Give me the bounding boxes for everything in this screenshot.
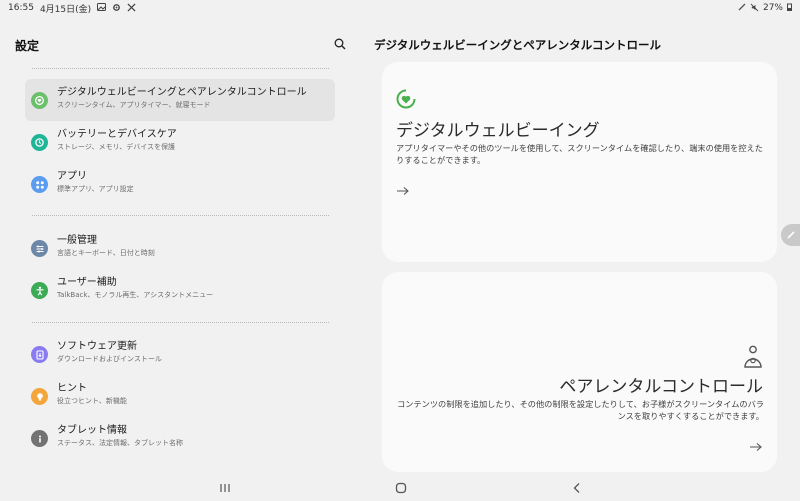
menu-item-label: バッテリーとデバイスケア: [57, 129, 177, 140]
menu-item-subtitle: 役立つヒント、新機能: [57, 397, 127, 405]
device-care-icon: [31, 134, 48, 151]
divider: [32, 322, 329, 323]
card-description: コンテンツの制限を追加したり、その他の制限を設定したりして、お子様がスクリーンタ…: [397, 399, 764, 421]
mute-icon: [750, 3, 759, 14]
gear-icon: [112, 3, 121, 14]
digital-wellbeing-icon: [31, 92, 48, 109]
back-icon: [573, 483, 580, 493]
divider: [32, 68, 329, 69]
pen-icon: [738, 3, 746, 13]
arrow-right-icon[interactable]: [749, 437, 763, 451]
gallery-icon: [97, 3, 107, 13]
menu-item-subtitle: スクリーンタイム、アプリタイマー、就寝モード: [57, 101, 211, 109]
recent-apps-icon: [220, 484, 230, 492]
menu-item-apps[interactable]: アプリ 標準アプリ、アプリ設定: [25, 163, 335, 205]
menu-item-general-management[interactable]: 一般管理 言語とキーボード、日付と時刻: [25, 227, 335, 269]
tools-icon: [127, 2, 136, 14]
navigation-bar: [0, 476, 800, 501]
menu-item-label: ユーザー補助: [57, 277, 117, 288]
tips-icon: [31, 388, 48, 405]
menu-item-battery-device-care[interactable]: バッテリーとデバイスケア ストレージ、メモリ、デバイスを保護: [25, 121, 335, 163]
card-title: デジタルウェルビーイング: [396, 121, 600, 141]
menu-item-subtitle: TalkBack、モノラル再生、アシスタントメニュー: [57, 291, 214, 299]
info-icon: [31, 430, 48, 447]
pen-icon: [787, 231, 795, 239]
menu-item-subtitle: 標準アプリ、アプリ設定: [57, 185, 134, 193]
home-button[interactable]: [393, 480, 409, 496]
menu-item-label: ヒント: [57, 383, 87, 394]
battery-icon: [787, 3, 792, 13]
menu-item-subtitle: ダウンロードおよびインストール: [57, 355, 162, 363]
menu-item-label: タブレット情報: [57, 425, 127, 436]
recent-apps-button[interactable]: [217, 480, 233, 496]
menu-item-accessibility[interactable]: ユーザー補助 TalkBack、モノラル再生、アシスタントメニュー: [25, 269, 335, 311]
digital-wellbeing-card[interactable]: デジタルウェルビーイング アプリタイマーやその他のツールを使用して、スクリーンタ…: [382, 62, 777, 262]
software-update-icon: [31, 346, 48, 363]
page-title: 設定: [15, 39, 40, 53]
menu-item-label: デジタルウェルビーイングとペアレンタルコントロール: [57, 87, 307, 98]
status-bar-left: 16:55 4月15日(金): [8, 2, 136, 15]
parental-control-card[interactable]: ペアレンタルコントロール コンテンツの制限を追加したり、その他の制限を設定したり…: [382, 272, 777, 472]
menu-item-subtitle: ストレージ、メモリ、デバイスを保護: [57, 143, 176, 151]
divider: [32, 215, 329, 216]
status-bar: 16:55 4月15日(金) 27%: [0, 0, 800, 16]
status-date: 4月15日(金): [39, 4, 92, 15]
battery-level: 27%: [762, 3, 783, 13]
menu-item-label: アプリ: [57, 171, 87, 182]
search-icon: [334, 38, 346, 50]
wellbeing-heart-icon: [395, 88, 417, 110]
accessibility-icon: [31, 282, 48, 299]
status-time: 16:55: [8, 3, 34, 13]
menu-item-subtitle: ステータス、法定情報、タブレット名称: [57, 439, 183, 447]
parental-control-icon: [742, 345, 764, 369]
card-description: アプリタイマーやその他のツールを使用して、スクリーンタイムを確認したり、端末の使…: [396, 143, 763, 165]
settings-list-pane: 設定 デジタルウェルビーイングとペアレンタルコントロール スクリーンタイム、アプ…: [0, 16, 350, 476]
home-icon: [395, 482, 407, 494]
arrow-right-icon[interactable]: [396, 181, 410, 195]
search-button[interactable]: [332, 36, 348, 52]
menu-item-subtitle: 言語とキーボード、日付と時刻: [57, 249, 155, 257]
detail-title: デジタルウェルビーイングとペアレンタルコントロール: [374, 38, 662, 52]
menu-item-label: 一般管理: [57, 235, 97, 246]
menu-item-tablet-info[interactable]: タブレット情報 ステータス、法定情報、タブレット名称: [25, 417, 335, 459]
menu-item-label: ソフトウェア更新: [57, 341, 137, 352]
apps-icon: [31, 176, 48, 193]
general-management-icon: [31, 240, 48, 257]
menu-item-digital-wellbeing[interactable]: デジタルウェルビーイングとペアレンタルコントロール スクリーンタイム、アプリタイ…: [25, 79, 335, 121]
edge-panel-handle[interactable]: [781, 224, 800, 246]
status-bar-right: 27%: [738, 3, 792, 14]
back-button[interactable]: [569, 480, 585, 496]
menu-item-tips[interactable]: ヒント 役立つヒント、新機能: [25, 375, 335, 417]
card-title: ペアレンタルコントロール: [559, 377, 763, 397]
menu-item-software-update[interactable]: ソフトウェア更新 ダウンロードおよびインストール: [25, 333, 335, 375]
